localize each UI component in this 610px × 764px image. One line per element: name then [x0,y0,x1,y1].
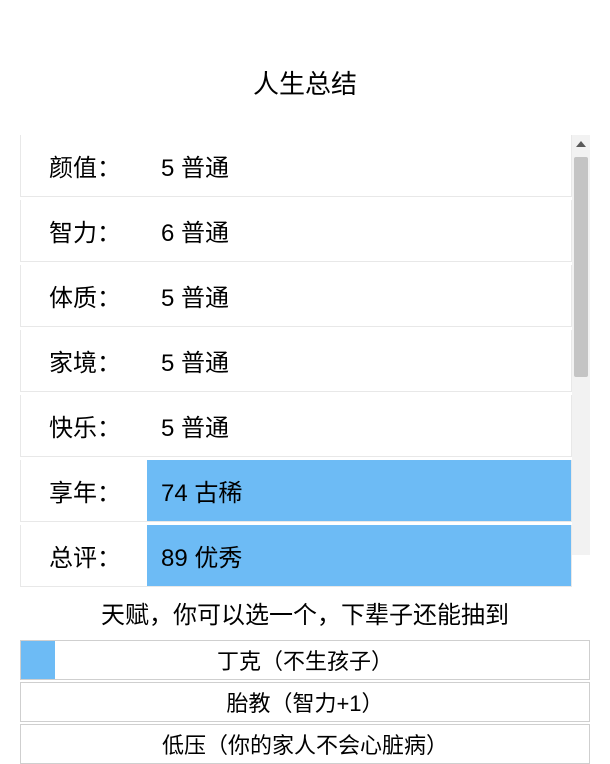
scrollbar-up-icon[interactable] [572,135,590,153]
talent-item-prenatal[interactable]: 胎教（智力+1） [20,682,590,722]
stat-row-age: 享年： 74 古稀 [20,460,572,522]
stats-area: 颜值： 5 普通 智力： 6 普通 体质： 5 普通 家境： 5 普通 快乐： … [0,135,610,587]
scrollbar[interactable] [572,135,590,555]
talent-title: 天赋，你可以选一个，下辈子还能抽到 [0,595,610,630]
stat-value: 89 优秀 [147,525,571,586]
talent-label: 丁克（不生孩子） [217,644,393,676]
stat-row-overall: 总评： 89 优秀 [20,525,572,587]
talent-label: 低压（你的家人不会心脏病） [162,728,448,760]
stat-label: 颜值： [21,148,147,183]
stat-label: 享年： [21,473,147,508]
stat-value: 74 古稀 [147,460,571,521]
stat-row-appearance: 颜值： 5 普通 [20,135,572,197]
stat-value: 5 普通 [147,135,571,196]
stat-row-intelligence: 智力： 6 普通 [20,200,572,262]
talent-list: 丁克（不生孩子） 胎教（智力+1） 低压（你的家人不会心脏病） [20,640,590,764]
stat-row-strength: 体质： 5 普通 [20,265,572,327]
stat-value: 6 普通 [147,200,571,261]
page-title: 人生总结 [0,64,610,101]
stat-value: 5 普通 [147,265,571,326]
stat-label: 家境： [21,343,147,378]
talent-selected-mark [21,641,55,679]
stat-label: 智力： [21,213,147,248]
stat-row-spirit: 快乐： 5 普通 [20,395,572,457]
stat-row-money: 家境： 5 普通 [20,330,572,392]
talent-item-lowpressure[interactable]: 低压（你的家人不会心脏病） [20,724,590,764]
stat-label: 体质： [21,278,147,313]
stat-value: 5 普通 [147,330,571,391]
stat-value: 5 普通 [147,395,571,456]
scrollbar-thumb[interactable] [574,157,588,377]
stats-list: 颜值： 5 普通 智力： 6 普通 体质： 5 普通 家境： 5 普通 快乐： … [20,135,572,587]
talent-section: 天赋，你可以选一个，下辈子还能抽到 丁克（不生孩子） 胎教（智力+1） 低压（你… [0,595,610,764]
stat-label: 快乐： [21,408,147,443]
stat-label: 总评： [21,538,147,573]
talent-label: 胎教（智力+1） [226,686,383,718]
summary-container: 人生总结 颜值： 5 普通 智力： 6 普通 体质： 5 普通 家境： 5 普通… [0,0,610,764]
talent-item-dink[interactable]: 丁克（不生孩子） [20,640,590,680]
